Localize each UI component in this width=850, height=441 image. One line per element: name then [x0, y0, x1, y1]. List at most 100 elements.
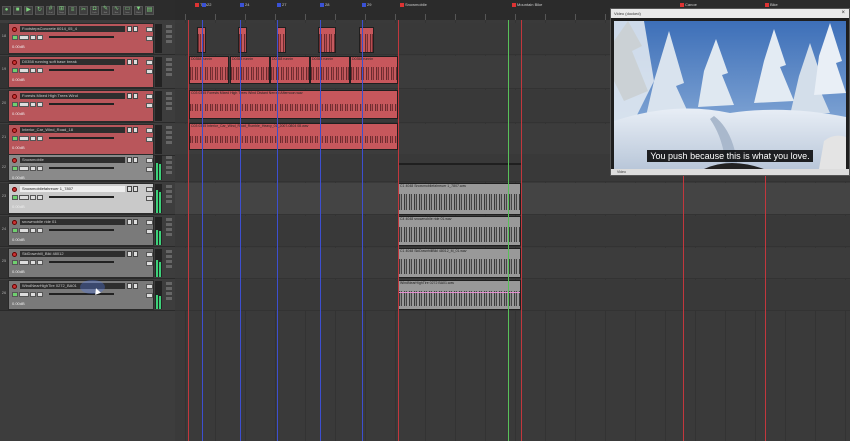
record-arm-icon[interactable]: [12, 94, 17, 99]
track-name-field[interactable]: WindNearHighTire 0272_BA01: [20, 283, 125, 289]
io-icon[interactable]: [12, 292, 18, 297]
mute-icon[interactable]: [127, 157, 132, 163]
fx-chain-icon[interactable]: [146, 103, 153, 108]
solo-icon[interactable]: [133, 59, 138, 65]
media-item[interactable]: C1 4048 SkiDownhillBikl 48012_M_01.wav: [398, 248, 521, 278]
timeline-marker[interactable]: 28: [320, 2, 329, 7]
volume-fader[interactable]: [49, 36, 114, 38]
track-panel[interactable]: Forests Mixed High Trees Wind 0.00dB: [8, 90, 154, 122]
env-icon[interactable]: [30, 260, 36, 265]
media-item[interactable]: C4 4048 snowmobile ride 01.wav: [398, 216, 521, 246]
track-header[interactable]: 18 FootstepsConcrete 6014_05_4 0.00dB: [0, 23, 175, 55]
timeline-marker[interactable]: 29: [362, 2, 371, 7]
track-name-field[interactable]: Snowmobilefahreuer 1_7807: [20, 186, 125, 192]
track-io-column[interactable]: [164, 248, 174, 278]
env-icon[interactable]: [30, 228, 36, 233]
record-button[interactable]: ●: [2, 5, 11, 15]
track-panel[interactable]: FootstepsConcrete 6014_05_4 0.00dB: [8, 23, 154, 54]
route-icon[interactable]: [146, 60, 153, 65]
route-icon[interactable]: [146, 128, 153, 133]
video-window-titlebar[interactable]: Video (docked) ×: [611, 9, 849, 18]
fx-chain-icon[interactable]: [146, 229, 153, 234]
track-panel[interactable]: Interior_Car_Wind_Road_18 0.00dB: [8, 124, 154, 155]
track-header[interactable]: 19 D0358 running soft base break 0.00dB: [0, 56, 175, 89]
solo-icon[interactable]: [133, 219, 138, 225]
fx-chain-icon[interactable]: [146, 261, 153, 266]
timeline-marker[interactable]: 24: [240, 2, 249, 7]
mute-icon[interactable]: [127, 26, 132, 32]
track-panel[interactable]: Snowmobilefahreuer 1_7807 0.00dB: [8, 183, 154, 214]
route-icon[interactable]: [146, 158, 153, 163]
record-arm-icon[interactable]: [12, 60, 17, 65]
phase-icon[interactable]: [37, 228, 43, 233]
track-io-column[interactable]: [164, 90, 174, 122]
fx-icon[interactable]: [19, 35, 29, 40]
fx-chain-icon[interactable]: [146, 137, 153, 142]
io-icon[interactable]: [12, 228, 18, 233]
edit-button[interactable]: ✎ Edit: [101, 5, 110, 15]
region-button[interactable]: ▤: [145, 5, 154, 15]
route-icon[interactable]: [146, 252, 153, 257]
timeline-marker[interactable]: Snowmobile: [400, 2, 427, 7]
phase-icon[interactable]: [37, 166, 43, 171]
timeline-marker[interactable]: Canoe: [680, 2, 697, 7]
io-icon[interactable]: [12, 35, 18, 40]
record-arm-icon[interactable]: [12, 187, 17, 192]
fx-chain-icon[interactable]: [146, 167, 153, 172]
media-item[interactable]: [277, 27, 286, 53]
play-button[interactable]: ▶: [24, 5, 33, 15]
timeline-marker[interactable]: Bike: [765, 2, 778, 7]
fx-chain-icon[interactable]: [146, 196, 153, 201]
phase-icon[interactable]: [37, 35, 43, 40]
mute-icon[interactable]: [127, 251, 132, 257]
media-item[interactable]: WindNearHighTire 0272 BA01.wav: [398, 280, 521, 310]
route-icon[interactable]: [146, 27, 153, 32]
route-icon[interactable]: [146, 284, 153, 289]
lock-button[interactable]: ◘ Lock: [90, 5, 99, 15]
track-name-field[interactable]: D0358 running soft base break: [20, 59, 125, 65]
item-button[interactable]: ▭ Item: [123, 5, 132, 15]
env-icon[interactable]: [30, 136, 36, 141]
track-io-column[interactable]: [164, 280, 174, 310]
trim-button[interactable]: ✂: [79, 5, 88, 15]
track-name-field[interactable]: Snowmobile: [20, 157, 125, 163]
media-item[interactable]: D0358 runnin: [350, 56, 398, 84]
media-item[interactable]: D0358 runnin: [230, 56, 270, 84]
track-header[interactable]: 20 Forests Mixed High Trees Wind 0.00dB: [0, 90, 175, 123]
volume-envelope[interactable]: [399, 292, 520, 293]
env-icon[interactable]: [30, 102, 36, 107]
timeline-marker[interactable]: Mountain Bike: [512, 2, 542, 7]
media-item[interactable]: C03 0385 Forests Mixed High Trees Wind D…: [189, 90, 398, 119]
volume-fader[interactable]: [49, 261, 114, 263]
io-icon[interactable]: [12, 166, 18, 171]
track-io-column[interactable]: [164, 23, 174, 54]
volume-fader[interactable]: [49, 69, 114, 71]
track-name-field[interactable]: FootstepsConcrete 6014_05_4: [20, 26, 125, 32]
io-icon[interactable]: [12, 102, 18, 107]
phase-icon[interactable]: [37, 292, 43, 297]
timeline-marker[interactable]: 22: [202, 2, 211, 7]
track-header[interactable]: 23 Snowmobilefahreuer 1_7807 0.00dB: [0, 183, 175, 215]
track-panel[interactable]: SkiDownhill_Bikl 48012 0.00dB: [8, 248, 154, 278]
volume-fader[interactable]: [49, 293, 114, 295]
route-icon[interactable]: [146, 94, 153, 99]
fx-chain-icon[interactable]: [146, 36, 153, 41]
playhead-cursor[interactable]: [508, 20, 509, 441]
phase-icon[interactable]: [37, 102, 43, 107]
track-panel[interactable]: Snowmobile 0.00dB: [8, 154, 154, 181]
env-icon[interactable]: [30, 35, 36, 40]
media-item[interactable]: D0358 runnin: [310, 56, 350, 84]
volume-fader[interactable]: [49, 137, 114, 139]
record-arm-icon[interactable]: [12, 128, 17, 133]
fx-icon[interactable]: [19, 260, 29, 265]
fx-icon[interactable]: [19, 228, 29, 233]
volume-fader[interactable]: [49, 196, 114, 198]
phase-icon[interactable]: [37, 68, 43, 73]
record-arm-icon[interactable]: [12, 220, 17, 225]
track-io-column[interactable]: [164, 56, 174, 88]
track-io-column[interactable]: [164, 183, 174, 214]
track-header[interactable]: 21 Interior_Car_Wind_Road_18 0.00dB: [0, 124, 175, 156]
track-header[interactable]: 24 snowmobile ride 01 0.00dB: [0, 216, 175, 247]
io-icon[interactable]: [12, 195, 18, 200]
marker-button[interactable]: ▼ Mark: [134, 5, 143, 15]
